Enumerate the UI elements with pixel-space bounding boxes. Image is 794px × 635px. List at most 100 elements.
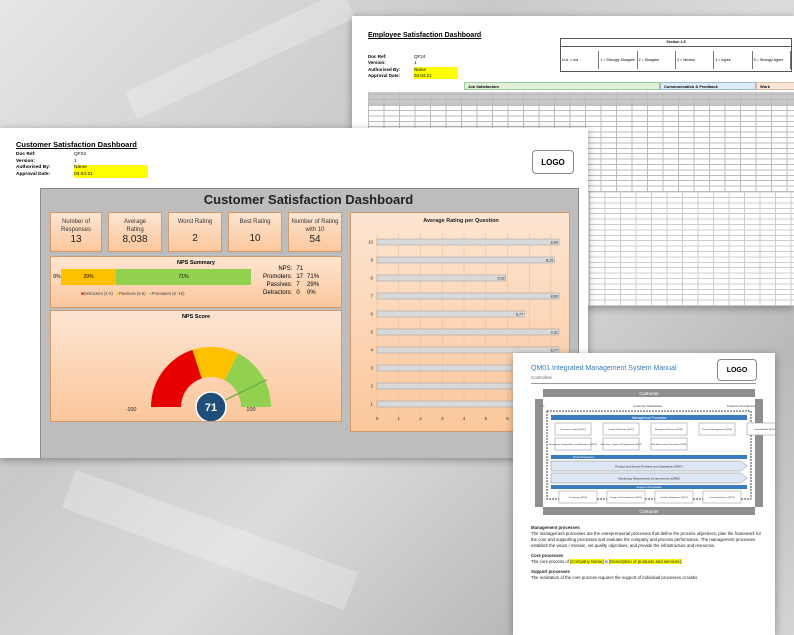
nps-stat-count: 7: [296, 282, 300, 288]
bar-value-label: 5,92: [497, 277, 504, 281]
stat-value: 8,038: [122, 234, 148, 245]
support-box-label: Purchasing (QP09): [569, 496, 588, 499]
y-tick-label: 6: [370, 312, 373, 317]
bar-value-label: 8,15: [546, 259, 553, 263]
core-title: Core Processes: [573, 455, 595, 459]
y-tick-label: 8: [370, 276, 373, 281]
support-box-label: Customer Process (QP12): [709, 496, 735, 499]
section-paragraph: The realization of the core process requ…: [531, 575, 699, 580]
nps-stat-label: Promoters:: [263, 274, 293, 280]
meta-label: Approval Date:: [16, 171, 51, 177]
nps-passives-segment: 29%: [61, 269, 117, 285]
customer-dashboard-sheet: Customer Satisfaction Dashboard Doc Ref:…: [0, 128, 588, 458]
management-box-label: Control of Records (QP02): [608, 428, 634, 431]
nps-stat-count: 0: [296, 290, 300, 296]
nps-score-title: NPS Score: [181, 314, 211, 320]
support-boxes: Purchasing (QP09) Design and Development …: [558, 490, 742, 504]
scale-title: Section 1-5: [561, 39, 791, 47]
meta-value: 03.04.21: [74, 171, 148, 178]
stat-value: 13: [70, 234, 82, 245]
core-item: Product and Service Provision and Operat…: [615, 465, 682, 469]
nps-promoters-label: 71%: [178, 274, 189, 280]
chart-bar: [376, 238, 560, 246]
y-tick-label: 3: [370, 366, 373, 371]
meta-value: 1: [74, 158, 77, 164]
bar-value-label: 9,31: [551, 331, 558, 335]
meta-value: 03.04.21: [414, 72, 458, 80]
y-tick-label: 10: [368, 240, 374, 245]
chart-bar: [376, 292, 560, 300]
stat-label: Average Rating: [123, 219, 147, 233]
nps-promoters-segment: 71%: [116, 269, 251, 285]
meta-value: QF24: [414, 54, 426, 59]
support-box-label: Design and Development (QP10): [610, 496, 642, 499]
employee-sheet-title: Employee Satisfaction Dashboard: [368, 32, 482, 39]
qm-title: QM01 Integrated Management System Manual: [531, 365, 677, 372]
chart-bar: [376, 274, 507, 282]
qm-manual-sheet: QM01 Integrated Management System Manual…: [513, 353, 775, 635]
company-logo: LOGO: [532, 150, 574, 174]
management-box-label: Document Control (QP01): [560, 428, 586, 431]
nps-stat-label: Detractors:: [263, 290, 293, 296]
meta-value: 1: [414, 60, 417, 66]
chart-bar: [376, 328, 560, 336]
right-arrow-bar: [755, 399, 763, 507]
nps-stats-table: NPS: 71 Promoters: 17 71% Passives: 7 29% Det…: [261, 265, 321, 297]
stat-label: Best Rating: [239, 219, 271, 225]
nps-gauge: 71 -100 100: [125, 347, 271, 421]
scale-item: 5 = Strongly Agree: [753, 51, 791, 69]
survey-table-empty-rows: [589, 192, 794, 306]
core-item: Monitoring, Measurement & Improvement (Q…: [618, 477, 679, 481]
bar-value-label: 8,60: [551, 295, 558, 299]
nps-detractors-label: 0%: [53, 274, 61, 280]
bar-value-label: 8,60: [551, 241, 558, 245]
background-shape: [62, 469, 358, 611]
diagram-satisfaction-label: Customer Satisfaction: [633, 404, 663, 408]
management-box-label: Personal Management (QP04): [702, 428, 732, 431]
placeholder-company: [Company Name]: [570, 559, 604, 564]
chart-bar: [376, 310, 525, 318]
support-box-label: Control of Equipment (QP11): [660, 496, 688, 499]
diagram-products-label: Products and Services: [727, 404, 758, 408]
stat-label: Number of Rating with 10: [291, 219, 339, 233]
nps-passives-label: 29%: [83, 274, 94, 280]
gauge-red-arc: [151, 349, 202, 407]
stat-value: 10: [249, 232, 261, 244]
scale-item: 1 = Strongly Disagree: [599, 51, 638, 69]
qm-body-text: Management processes The management proc…: [531, 521, 761, 581]
stat-label: Number of Responses: [60, 219, 92, 233]
stat-worst-rating: Worst Rating 2: [168, 212, 222, 252]
employee-doc-meta: Doc Ref: QF24 Version: 1 Authorised By: Nam…: [368, 54, 458, 80]
stat-ratings-with-10: Number of Rating with 10 54: [288, 212, 342, 252]
placeholder-description: [Description of products and services].: [609, 559, 682, 564]
management-box-label: Objectives, Targets & Programmes (QP07): [600, 443, 642, 446]
x-tick-label: 6: [506, 416, 509, 421]
qm-logo: LOGO: [717, 359, 757, 381]
text-run: The core process of: [531, 559, 571, 564]
stat-best-rating: Best Rating 10: [228, 212, 282, 252]
x-tick-label: 3: [441, 416, 444, 421]
nps-score-panel: NPS Score 71 -100 100: [50, 310, 342, 422]
dashboard-title: Customer Satisfaction Dashboard: [203, 192, 414, 207]
x-tick-label: 4: [463, 416, 466, 421]
customer-sheet-title: Customer Satisfaction Dashboard: [16, 140, 137, 149]
nps-stat-pct: [305, 265, 321, 273]
process-diagram: Customer Order Customer Satisfaction Pro…: [535, 389, 775, 515]
management-title: Management Processes: [632, 416, 667, 420]
gauge-min-label: -100: [125, 407, 136, 413]
scale-item: N.A. = n/a: [561, 51, 600, 69]
stat-label: Worst Rating: [177, 219, 213, 225]
customer-doc-meta: Doc Ref: QF22 Version: 1 Authorised By: Nam…: [16, 152, 148, 178]
customer-top-label: Customer: [639, 391, 659, 396]
nps-stat-pct: 0%: [307, 290, 316, 296]
bar-value-label: 8,77: [551, 349, 558, 353]
scale-item: 3 = Neutral: [676, 51, 715, 69]
legend-promoters: Promoters (9 -10): [151, 291, 185, 296]
nps-legend: ■Detractors (1-5) ■Passives (6-8) ■Promo…: [81, 291, 185, 296]
x-tick-label: 2: [419, 416, 422, 421]
gauge-value: 71: [205, 402, 217, 414]
chart-bar: [376, 256, 555, 264]
meta-value: QF22: [74, 152, 86, 157]
y-tick-label: 4: [370, 348, 373, 353]
gauge-max-label: 100: [246, 407, 255, 413]
